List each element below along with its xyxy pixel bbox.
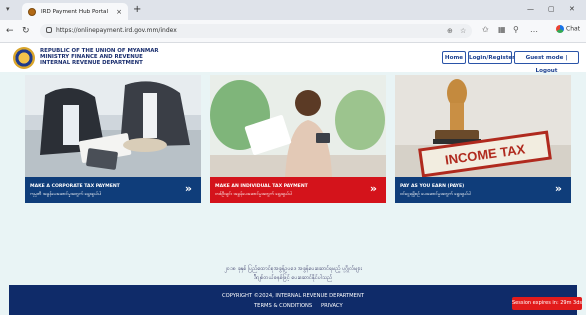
paye-subtitle: ဝင်ငွေရရှိစဉ် ပေးဆောင်မှုအတွက် ရွေးချယ်ပ… — [400, 192, 472, 197]
favorite-star-icon[interactable]: ☆ — [460, 26, 466, 36]
individual-tax-caption[interactable]: MAKE AN INDIVIDUAL TAX PAYMENT တစ်ဦးချင်… — [210, 177, 386, 203]
url-text[interactable]: https://onlinepayment.ird.gov.mm/index — [56, 25, 177, 37]
org-line-3: INTERNAL REVENUE DEPARTMENT — [40, 60, 143, 67]
site-footer: COPYRIGHT ©2024, INTERNAL REVENUE DEPART… — [9, 285, 577, 315]
collections-icon[interactable]: ⚲ — [513, 25, 519, 34]
notice-line-2: ဒီဂျစ်တယ်စနစ်ဖြင့် ပေးဆောင်နိုင်ပါသည် — [253, 275, 333, 281]
paye-arrow-icon[interactable]: » — [555, 182, 562, 196]
individual-tax-card[interactable]: MAKE AN INDIVIDUAL TAX PAYMENT တစ်ဦးချင်… — [210, 75, 386, 203]
individual-tax-arrow-icon[interactable]: » — [370, 182, 377, 196]
site-header: REPUBLIC OF THE UNION OF MYANMAR MINISTR… — [0, 43, 586, 74]
individual-tax-subtitle: တစ်ဦးချင်း အခွန်ပေးဆောင်မှုအတွက် ရွေးချယ… — [215, 192, 293, 197]
paye-image: INCOME TAX — [395, 75, 571, 177]
lock-icon — [46, 27, 52, 33]
ird-logo[interactable] — [13, 47, 35, 69]
tab-strip: ▾ IRD Payment Hub Portal × + — ▢ ✕ — [0, 0, 586, 20]
privacy-link[interactable]: PRIVACY — [321, 303, 343, 309]
zoom-icon[interactable]: ⊕ — [447, 26, 453, 36]
paye-title: PAY AS YOU EARN (PAYE) — [400, 184, 465, 189]
copyright-text: COPYRIGHT ©2024, INTERNAL REVENUE DEPART… — [221, 293, 364, 299]
corporate-tax-image — [25, 75, 201, 177]
corporate-tax-title: MAKE A CORPORATE TAX PAYMENT — [30, 184, 120, 189]
tab-close-icon[interactable]: × — [116, 8, 122, 16]
copilot-icon — [556, 25, 564, 33]
favicon-icon — [28, 7, 36, 16]
tab-actions-icon[interactable]: ▾ — [6, 5, 10, 13]
browser-window: ▾ IRD Payment Hub Portal × + — ▢ ✕ ← ↻ h… — [0, 0, 586, 315]
more-menu-icon[interactable]: … — [530, 25, 538, 34]
home-button[interactable]: Home — [442, 51, 466, 64]
individual-tax-image — [210, 75, 386, 177]
guest-logout-button[interactable]: Guest mode | Logout — [514, 51, 579, 74]
browser-tab[interactable]: IRD Payment Hub Portal × — [22, 3, 128, 20]
url-bar[interactable]: https://onlinepayment.ird.gov.mm/index ⊕… — [40, 24, 472, 38]
notice-line-1: ၂၀၁၈ ခုနှစ် ပြည်ထောင်စုအခွန်ဥပဒေ အခွန်ပေ… — [224, 266, 362, 272]
corporate-tax-arrow-icon[interactable]: » — [185, 182, 192, 196]
maximize-icon[interactable]: ▢ — [548, 5, 555, 13]
back-icon[interactable]: ← — [6, 25, 14, 37]
corporate-tax-caption[interactable]: MAKE A CORPORATE TAX PAYMENT ကုမ္ပဏီ အခွ… — [25, 177, 201, 203]
login-register-button[interactable]: Login/Register — [468, 51, 515, 64]
corporate-tax-card[interactable]: MAKE A CORPORATE TAX PAYMENT ကုမ္ပဏီ အခွ… — [25, 75, 201, 203]
minimize-icon[interactable]: — — [527, 5, 534, 13]
copilot-chat-button[interactable]: Chat — [556, 25, 580, 33]
organization-name: REPUBLIC OF THE UNION OF MYANMAR MINISTR… — [40, 48, 159, 67]
terms-link[interactable]: TERMS & CONDITIONS — [254, 303, 312, 309]
corporate-tax-subtitle: ကုမ္ပဏီ အခွန်ပေးဆောင်မှုအတွက် ရွေးချယ်ပါ — [30, 192, 102, 197]
individual-tax-title: MAKE AN INDIVIDUAL TAX PAYMENT — [215, 184, 308, 189]
favorites-icon[interactable]: ✩ — [482, 25, 489, 34]
close-window-icon[interactable]: ✕ — [569, 5, 575, 13]
paye-caption[interactable]: PAY AS YOU EARN (PAYE) ဝင်ငွေရရှိစဉ် ပေး… — [395, 177, 571, 203]
copilot-label: Chat — [566, 25, 581, 33]
reload-icon[interactable]: ↻ — [22, 25, 30, 37]
extensions-icon[interactable]: ▦ — [498, 25, 506, 34]
session-timer-badge: Session expires in: 29m 3ds — [512, 297, 582, 310]
tab-title: IRD Payment Hub Portal — [41, 8, 109, 15]
paye-card[interactable]: INCOME TAX PAY AS YOU EARN (PAYE) ဝင်ငွေ… — [395, 75, 571, 203]
new-tab-button[interactable]: + — [133, 3, 141, 17]
